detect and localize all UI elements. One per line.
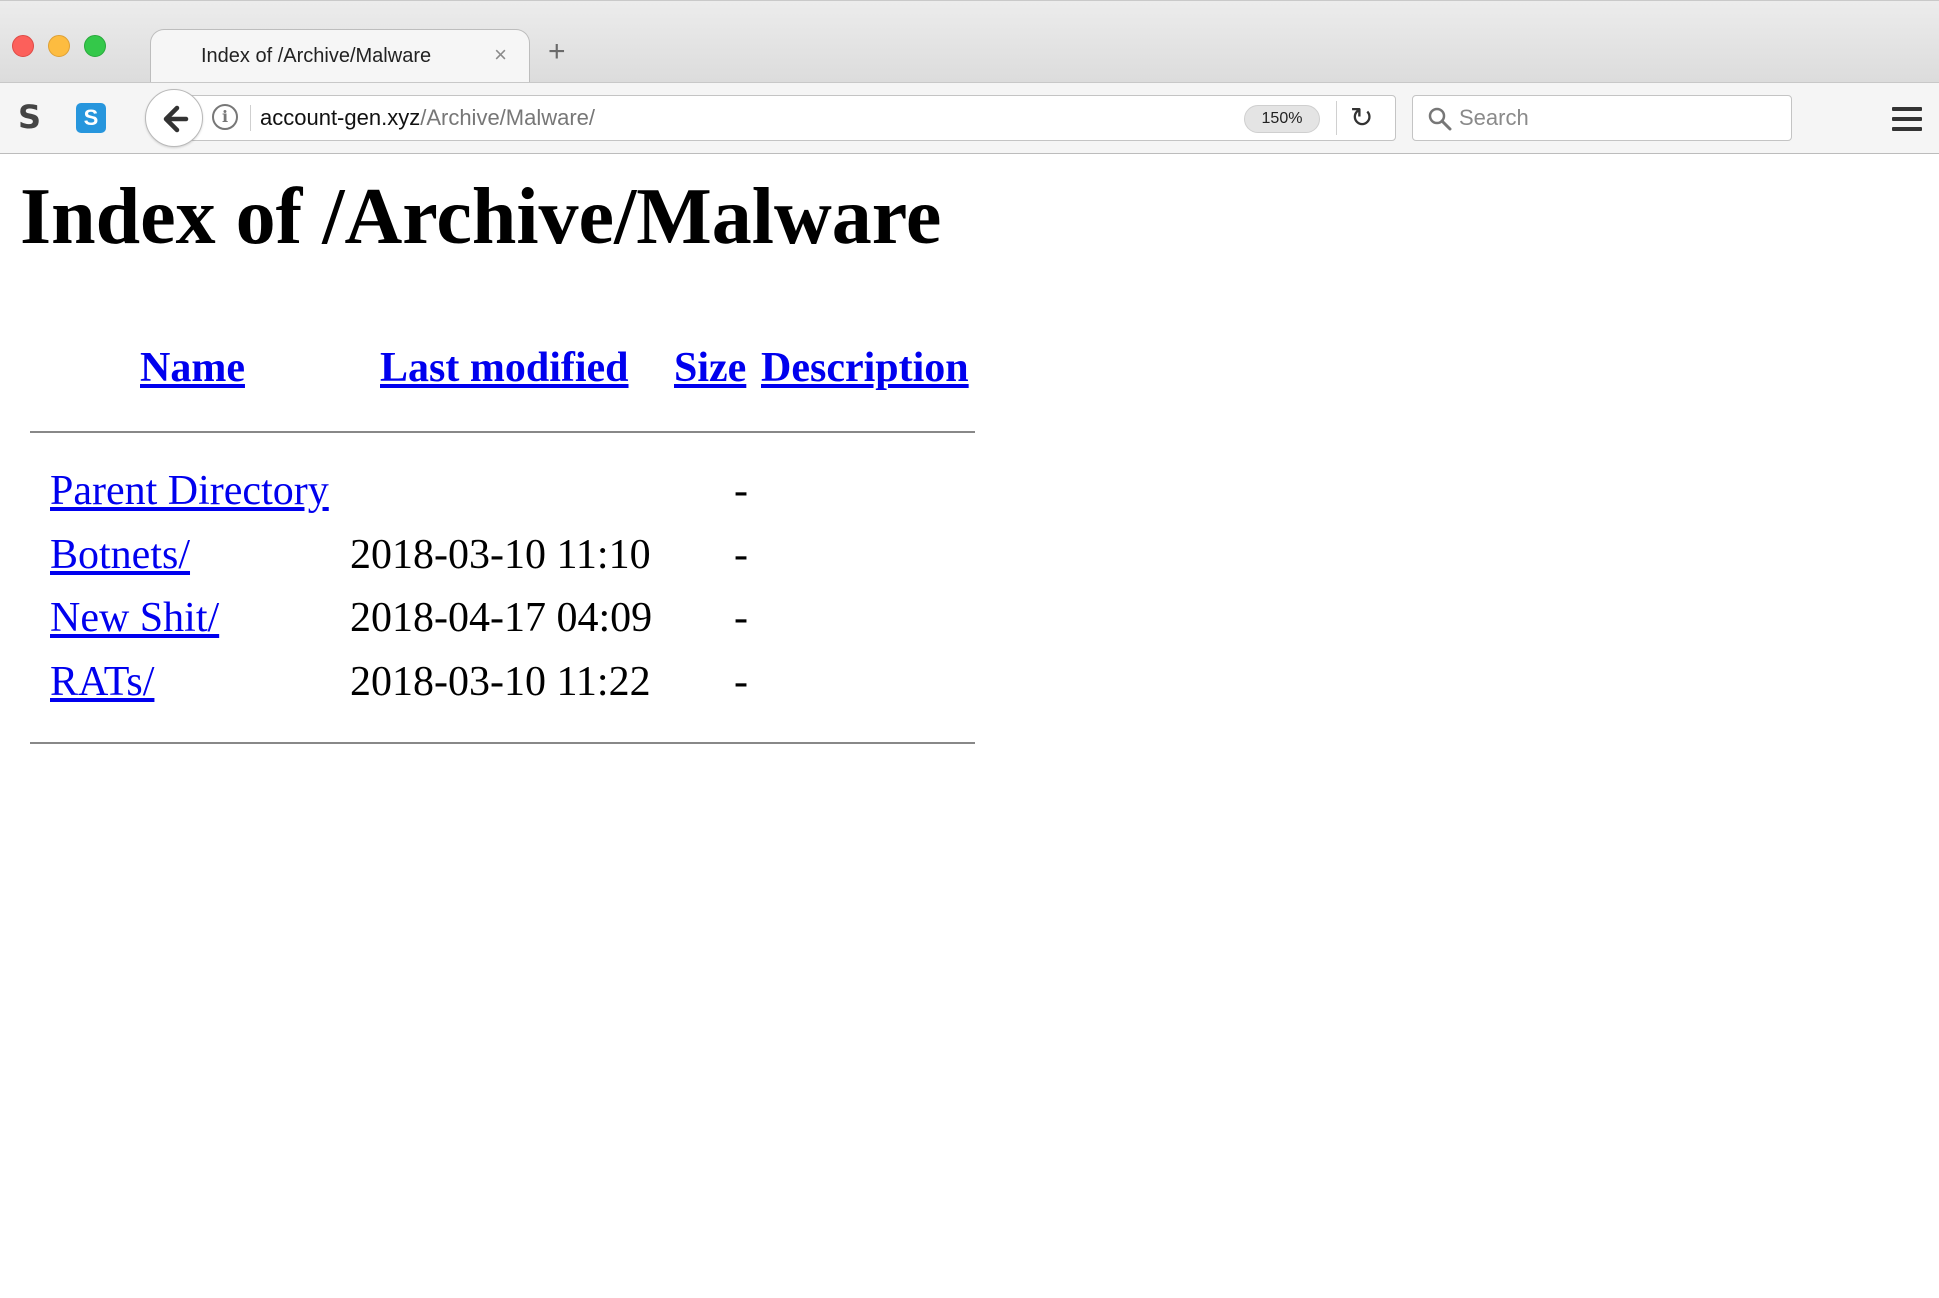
table-divider-top [30, 431, 975, 433]
url-text[interactable]: account-gen.xyz/Archive/Malware/ [260, 105, 595, 131]
row-link-new-shit[interactable]: New Shit/ [50, 594, 219, 642]
row-size: - [734, 595, 748, 641]
browser-tab[interactable]: Index of /Archive/Malware × [150, 29, 530, 83]
tab-close-icon[interactable]: × [494, 42, 507, 68]
title-bar: Index of /Archive/Malware × + [0, 0, 1939, 83]
row-link-rats[interactable]: RATs/ [50, 658, 154, 706]
table-divider-bottom [30, 742, 975, 744]
row-size: - [734, 468, 748, 514]
page-content: Index of /Archive/Malware Name Last modi… [0, 154, 1939, 1298]
url-host: account-gen.xyz [260, 105, 421, 130]
window-maximize-button[interactable] [84, 35, 106, 57]
reload-icon[interactable]: ↻ [1350, 101, 1373, 135]
column-header-name[interactable]: Name [140, 344, 245, 392]
row-size: - [734, 532, 748, 578]
search-input[interactable] [1457, 104, 1777, 132]
back-button[interactable] [145, 89, 203, 147]
url-path: /Archive/Malware/ [420, 105, 596, 130]
row-modified: 2018-03-10 11:10 [350, 532, 651, 578]
window-minimize-button[interactable] [48, 35, 70, 57]
reload-divider [1336, 101, 1337, 135]
row-size: - [734, 659, 748, 705]
row-modified: 2018-04-17 04:09 [350, 595, 653, 641]
column-header-last-modified[interactable]: Last modified [380, 344, 629, 392]
tab-title: Index of /Archive/Malware [201, 45, 432, 67]
skype-extension-icon[interactable]: S [76, 103, 106, 133]
site-info-icon[interactable]: i [212, 104, 238, 130]
window-close-button[interactable] [12, 35, 34, 57]
navigation-toolbar: S S i account-gen.xyz/Archive/Malware/ 1… [0, 82, 1939, 154]
search-bar[interactable] [1412, 95, 1792, 141]
row-link-parent-directory[interactable]: Parent Directory [50, 467, 329, 515]
page-heading: Index of /Archive/Malware [20, 173, 942, 261]
back-arrow-icon [163, 105, 189, 133]
row-link-botnets[interactable]: Botnets/ [50, 531, 190, 579]
s-extension-icon[interactable]: S [18, 99, 41, 135]
row-modified: 2018-03-10 11:22 [350, 659, 651, 705]
search-icon [1428, 107, 1452, 131]
zoom-level-badge[interactable]: 150% [1244, 105, 1320, 133]
column-header-description[interactable]: Description [761, 344, 969, 392]
column-header-size[interactable]: Size [674, 344, 746, 392]
new-tab-button[interactable]: + [548, 37, 566, 67]
url-divider [250, 105, 251, 131]
hamburger-menu-icon[interactable] [1892, 107, 1922, 137]
